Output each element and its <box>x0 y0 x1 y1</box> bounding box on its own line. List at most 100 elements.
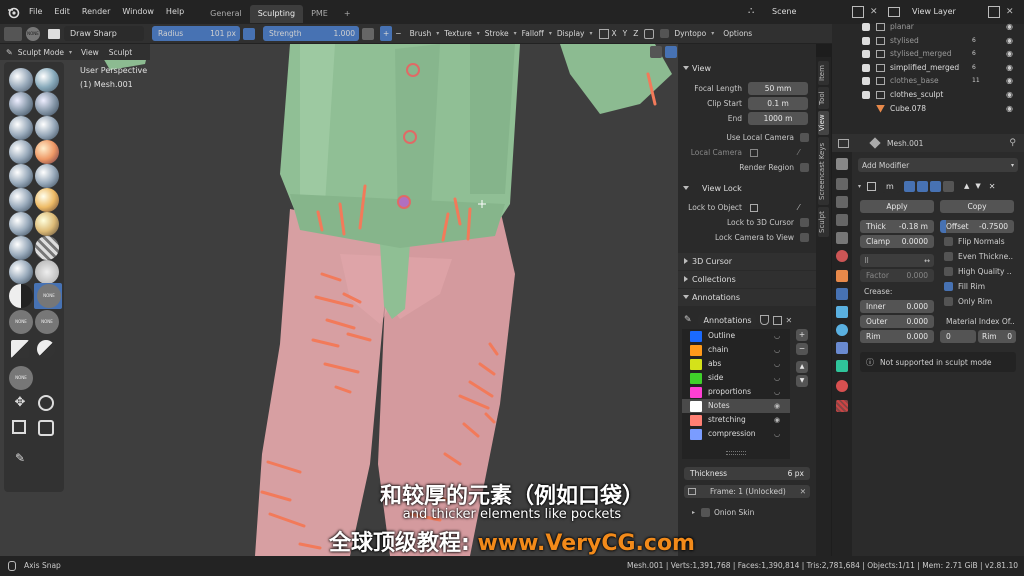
layer-brush-icon[interactable] <box>9 116 33 140</box>
render-toggle-icon[interactable] <box>930 180 942 192</box>
radius-slider[interactable]: Radius 101 px <box>152 26 240 41</box>
mode-selector[interactable]: Sculpt Mode <box>13 45 69 60</box>
layer-color-swatch[interactable] <box>690 429 702 440</box>
outliner-row[interactable]: simplified_merged 6 ◉ <box>832 61 1024 75</box>
high-quality-normals-checkbox[interactable] <box>944 267 953 276</box>
layer-color-swatch[interactable] <box>690 345 702 356</box>
draw-brush-icon[interactable] <box>9 68 33 92</box>
new-scene-icon[interactable] <box>852 6 864 18</box>
smooth-brush-icon[interactable] <box>9 164 33 188</box>
grab-brush-icon[interactable] <box>35 212 59 236</box>
brush-icon[interactable] <box>4 26 22 41</box>
view-layer-name[interactable]: View Layer <box>906 4 984 20</box>
strength-pressure-icon[interactable] <box>362 27 374 40</box>
draw-sharp-brush-icon[interactable] <box>35 68 59 92</box>
outliner-row[interactable]: clothes_sculpt ◉ <box>832 88 1024 102</box>
sculpt-menu[interactable]: Sculpt <box>104 45 137 60</box>
cursor-select-icon[interactable] <box>650 46 662 58</box>
brush-menu[interactable]: Brush <box>405 26 437 41</box>
layer-color-swatch[interactable] <box>690 373 702 384</box>
material-index-field[interactable]: 0 <box>940 330 976 343</box>
mirror-y-toggle[interactable]: Y <box>620 26 631 41</box>
only-rim-checkbox[interactable] <box>944 297 953 306</box>
none-brush-icon[interactable]: NONE <box>35 310 59 334</box>
crease-rim-field[interactable]: Rim 0.000 <box>860 330 934 343</box>
blender-logo-icon[interactable] <box>3 0 23 24</box>
edit-mode-toggle-icon[interactable] <box>904 180 916 192</box>
radius-pressure-icon[interactable] <box>243 27 255 40</box>
offset-field[interactable]: Offset -0.7500 <box>940 220 1014 233</box>
new-view-layer-icon[interactable] <box>988 6 1000 18</box>
box-mask-icon[interactable] <box>11 340 29 358</box>
visibility-eye-icon[interactable]: ◉ <box>774 399 780 413</box>
scene-name[interactable]: Scene <box>766 4 848 20</box>
add-layer-button[interactable]: + <box>796 329 808 341</box>
thumb-brush-icon[interactable] <box>35 236 59 260</box>
scale-icon[interactable] <box>12 420 26 434</box>
unlink-close-icon[interactable]: ✕ <box>786 316 793 325</box>
menu-help[interactable]: Help <box>160 0 190 24</box>
none-brush-icon[interactable]: NONE <box>9 310 33 334</box>
view-panel-header[interactable]: View <box>678 60 816 77</box>
annotations-name-field[interactable]: Annotations <box>697 313 756 327</box>
use-local-camera-checkbox[interactable] <box>800 133 809 142</box>
brush-name-field[interactable]: Draw Sharp <box>64 26 144 41</box>
mirror-z-toggle[interactable]: Z <box>630 26 641 41</box>
add-modifier-dropdown[interactable]: Add Modifier ▾ <box>858 158 1018 172</box>
remove-view-layer-icon[interactable]: ✕ <box>1006 7 1014 17</box>
data-tab-icon[interactable] <box>836 360 848 372</box>
scene-tab-icon[interactable] <box>836 232 848 244</box>
transform-icon[interactable] <box>38 420 54 436</box>
remove-layer-button[interactable]: − <box>796 343 808 355</box>
outliner-row[interactable]: Cube.078 ◉ <box>832 102 1024 116</box>
tool-tab-icon[interactable] <box>836 158 848 170</box>
dyntopo-menu[interactable]: Dyntopo <box>669 26 711 41</box>
layer-color-swatch[interactable] <box>690 331 702 342</box>
modifier-tab-icon[interactable] <box>836 288 848 300</box>
list-resize-grip[interactable] <box>726 451 746 455</box>
move-layer-down-button[interactable]: ▼ <box>796 375 808 387</box>
remove-modifier-icon[interactable]: ✕ <box>989 182 996 191</box>
visibility-eye-icon[interactable]: ◉ <box>774 413 780 427</box>
texture-tab-icon[interactable] <box>836 400 848 412</box>
editor-type-icon[interactable] <box>838 138 849 148</box>
menu-window[interactable]: Window <box>116 0 160 24</box>
rotate-icon[interactable] <box>38 395 54 411</box>
menu-file[interactable]: File <box>23 0 48 24</box>
annotation-layer-row[interactable]: chain ◡ <box>682 343 790 357</box>
outliner-row[interactable]: planar ◉ <box>832 20 1024 34</box>
rim-material-field[interactable]: Rim 0 <box>978 330 1016 343</box>
exclude-checkbox[interactable] <box>862 77 870 86</box>
view-lock-header[interactable]: View Lock <box>678 180 816 197</box>
factor-field[interactable]: Factor 0.000 <box>860 269 934 282</box>
annotation-layer-row[interactable]: abs ◡ <box>682 357 790 371</box>
exclude-checkbox[interactable] <box>862 105 870 113</box>
physics-tab-icon[interactable] <box>836 324 848 336</box>
tab-screencast-keys[interactable]: Screencast Keys <box>818 137 829 205</box>
tab-pme[interactable]: PME <box>303 5 336 23</box>
view-layer-tab-icon[interactable] <box>836 214 848 226</box>
scene-selector[interactable]: ⛬ Scene ✕ <box>748 4 878 20</box>
direction-subtract-button[interactable]: − <box>392 26 404 41</box>
move-icon[interactable]: ✥ <box>12 395 28 411</box>
stroke-menu[interactable]: Stroke <box>480 26 514 41</box>
3d-cursor-panel-header[interactable]: 3D Cursor <box>678 253 816 270</box>
inflate-brush-icon[interactable] <box>35 116 59 140</box>
dyntopo-checkbox[interactable] <box>660 29 670 38</box>
none-brush-icon[interactable]: NONE <box>37 284 61 308</box>
move-layer-up-button[interactable]: ▲ <box>796 361 808 373</box>
exclude-checkbox[interactable] <box>862 50 870 59</box>
pose-brush-icon[interactable] <box>35 260 59 284</box>
outliner-row[interactable]: clothes_base 11 ◉ <box>832 74 1024 88</box>
fill-brush-icon[interactable] <box>9 188 33 212</box>
menu-render[interactable]: Render <box>76 0 116 24</box>
chevron-down-icon[interactable]: ▾ <box>858 183 861 190</box>
strength-slider[interactable]: Strength 1.000 <box>263 26 359 41</box>
tab-sculpt[interactable]: Sculpt <box>818 207 829 237</box>
texture-menu[interactable]: Texture <box>439 26 476 41</box>
clip-end-field[interactable]: 1000 m <box>748 112 808 125</box>
lock-icon[interactable] <box>644 28 655 39</box>
object-tab-icon[interactable] <box>836 270 848 282</box>
annotation-layer-row[interactable]: Notes ◉ <box>682 399 790 413</box>
layer-color-swatch[interactable] <box>690 401 702 412</box>
